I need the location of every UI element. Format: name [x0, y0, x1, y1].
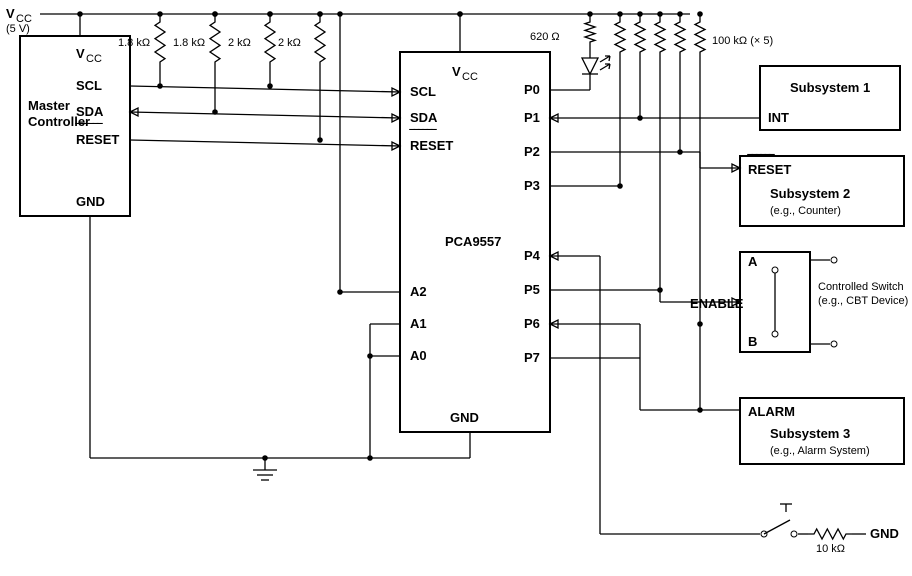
svg-text:GND: GND: [450, 410, 479, 425]
svg-text:1.8 kΩ: 1.8 kΩ: [173, 37, 205, 49]
svg-text:P5: P5: [524, 282, 540, 297]
svg-text:100 kΩ (× 5): 100 kΩ (× 5): [712, 35, 773, 47]
svg-text:B: B: [748, 334, 757, 349]
svg-text:P6: P6: [524, 316, 540, 331]
svg-text:10 kΩ: 10 kΩ: [816, 543, 845, 555]
svg-text:Subsystem 2: Subsystem 2: [770, 186, 850, 201]
svg-text:Controlled Switch: Controlled Switch: [818, 281, 904, 293]
svg-text:P3: P3: [524, 178, 540, 193]
svg-text:SCL: SCL: [76, 78, 102, 93]
svg-text:V: V: [76, 46, 85, 61]
svg-text:P7: P7: [524, 350, 540, 365]
svg-text:1.8 kΩ: 1.8 kΩ: [118, 37, 150, 49]
svg-text:A2: A2: [410, 284, 427, 299]
svg-text:A0: A0: [410, 348, 427, 363]
svg-text:V: V: [452, 64, 461, 79]
svg-text:ALARM: ALARM: [748, 404, 795, 419]
svg-text:2 kΩ: 2 kΩ: [228, 37, 251, 49]
svg-text:Subsystem 1: Subsystem 1: [790, 80, 870, 95]
svg-text:SDA: SDA: [410, 110, 438, 125]
svg-text:A: A: [748, 254, 758, 269]
svg-text:SDA: SDA: [76, 104, 104, 119]
svg-text:INT: INT: [768, 110, 789, 125]
svg-text:P2: P2: [524, 144, 540, 159]
svg-text:Master: Master: [28, 98, 70, 113]
svg-text:V: V: [6, 6, 15, 21]
svg-text:(e.g., Alarm System): (e.g., Alarm System): [770, 445, 870, 457]
svg-text:GND: GND: [76, 194, 105, 209]
svg-text:(5 V): (5 V): [6, 23, 30, 35]
svg-text:SCL: SCL: [410, 84, 436, 99]
svg-text:620 Ω: 620 Ω: [530, 31, 560, 43]
svg-text:‾‾‾‾‾‾: ‾‾‾‾‾‾: [75, 121, 104, 136]
svg-text:GND: GND: [870, 526, 899, 541]
svg-text:(e.g., Counter): (e.g., Counter): [770, 205, 841, 217]
svg-text:PCA9557: PCA9557: [445, 234, 501, 249]
svg-text:‾‾‾‾‾‾: ‾‾‾‾‾‾: [409, 127, 438, 142]
svg-text:P0: P0: [524, 82, 540, 97]
svg-text:CC: CC: [86, 53, 102, 65]
svg-text:CC: CC: [462, 71, 478, 83]
svg-text:A1: A1: [410, 316, 427, 331]
svg-text:P4: P4: [524, 248, 541, 263]
svg-text:Subsystem 3: Subsystem 3: [770, 426, 850, 441]
svg-text:(e.g., CBT Device): (e.g., CBT Device): [818, 295, 908, 307]
svg-text:2 kΩ: 2 kΩ: [278, 37, 301, 49]
svg-text:‾‾‾‾‾‾: ‾‾‾‾‾‾: [747, 152, 776, 167]
svg-text:P1: P1: [524, 110, 540, 125]
